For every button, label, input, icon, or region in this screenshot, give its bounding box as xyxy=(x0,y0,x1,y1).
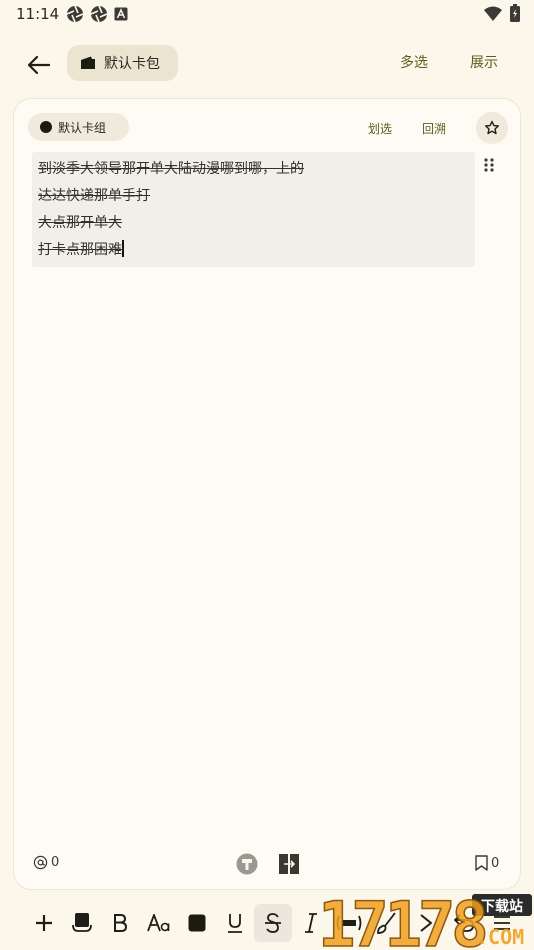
card-group-selector[interactable]: 默认卡组 xyxy=(28,113,129,141)
card-wallet-selector[interactable]: 默认卡包 xyxy=(67,45,178,81)
editor-line-last: 打卡点那困难 xyxy=(38,237,469,264)
card-footer: 0 0 xyxy=(14,845,522,889)
strike-select-button[interactable]: 划选 xyxy=(368,120,392,137)
split-view-button[interactable] xyxy=(278,853,300,879)
editor-line-text: 打卡点那困难 xyxy=(38,242,122,258)
card-button[interactable] xyxy=(63,904,101,942)
font-size-icon xyxy=(146,914,169,932)
status-time: 11:14 xyxy=(16,5,60,23)
multi-select-button[interactable]: 多选 xyxy=(400,52,428,72)
group-color-dot xyxy=(40,121,52,133)
font-notification-icon xyxy=(114,7,128,21)
card-group-label: 默认卡组 xyxy=(58,120,107,135)
editor-line: 到淡季大领导那开单大陆动漫哪到哪，上的 xyxy=(38,161,304,177)
show-button[interactable]: 展示 xyxy=(470,52,498,72)
site-watermark: 下载站 17178 .COM xyxy=(312,887,534,950)
watermark-logo: 下载站 17178 .COM xyxy=(317,887,532,950)
arrow-left-icon xyxy=(27,55,51,75)
card-icon xyxy=(72,913,93,932)
underline-button[interactable] xyxy=(216,904,254,942)
editor-line: 大点那开单大 xyxy=(38,215,122,231)
status-bar: 11:14 xyxy=(0,0,534,30)
battery-charging-icon xyxy=(510,4,520,22)
font-size-button[interactable] xyxy=(139,904,177,942)
note-card: 默认卡组 划选 回溯 到淡季大领导那开单大陆动漫哪到哪，上的 达达快递那单手打 … xyxy=(13,98,521,890)
underline-icon xyxy=(227,914,242,933)
star-icon xyxy=(485,120,499,135)
drag-handle[interactable] xyxy=(484,157,494,176)
add-button[interactable] xyxy=(25,904,63,942)
bookmark-button[interactable]: 0 xyxy=(475,855,499,871)
pin-button[interactable] xyxy=(236,853,258,879)
watermark-bottom-text: .COM xyxy=(476,925,524,949)
at-icon xyxy=(33,855,48,870)
back-button[interactable] xyxy=(22,48,56,82)
watermark-number: 17178 xyxy=(318,888,485,950)
mention-count: 0 xyxy=(51,855,60,870)
status-system-icons xyxy=(484,4,520,22)
watermark-top-text: 下载站 xyxy=(481,898,523,915)
mention-button[interactable]: 0 xyxy=(33,855,59,870)
wifi-icon xyxy=(484,6,502,21)
color-square-icon xyxy=(188,914,206,932)
app-bar: 默认卡包 多选 展示 xyxy=(0,42,534,86)
bookmark-icon xyxy=(475,855,488,871)
strikethrough-icon xyxy=(265,913,282,933)
pin-icon xyxy=(236,853,258,875)
plus-icon xyxy=(36,915,53,931)
bold-icon xyxy=(114,914,128,932)
rollback-button[interactable]: 回溯 xyxy=(422,120,446,137)
split-view-icon xyxy=(279,854,299,874)
favorite-button[interactable] xyxy=(476,112,508,144)
aperture-icon xyxy=(90,5,108,23)
text-cursor xyxy=(122,240,124,257)
text-editor[interactable]: 到淡季大领导那开单大陆动漫哪到哪，上的 达达快递那单手打 大点那开单大 打卡点那… xyxy=(32,152,475,267)
card-wallet-label: 默认卡包 xyxy=(104,56,160,72)
editor-line: 达达快递那单手打 xyxy=(38,188,150,204)
strikethrough-button[interactable] xyxy=(253,904,293,942)
status-notification-icons xyxy=(66,5,128,23)
aperture-icon xyxy=(66,5,84,23)
screen: 11:14 默认卡包 多选 展示 默认卡组 划选 回溯 到淡季大领导那开单大陆动… xyxy=(0,0,534,950)
wallet-icon xyxy=(81,56,95,69)
bookmark-count: 0 xyxy=(491,855,500,871)
text-color-button[interactable] xyxy=(178,904,216,942)
bold-button[interactable] xyxy=(101,904,139,942)
drag-dots-icon xyxy=(484,158,494,172)
